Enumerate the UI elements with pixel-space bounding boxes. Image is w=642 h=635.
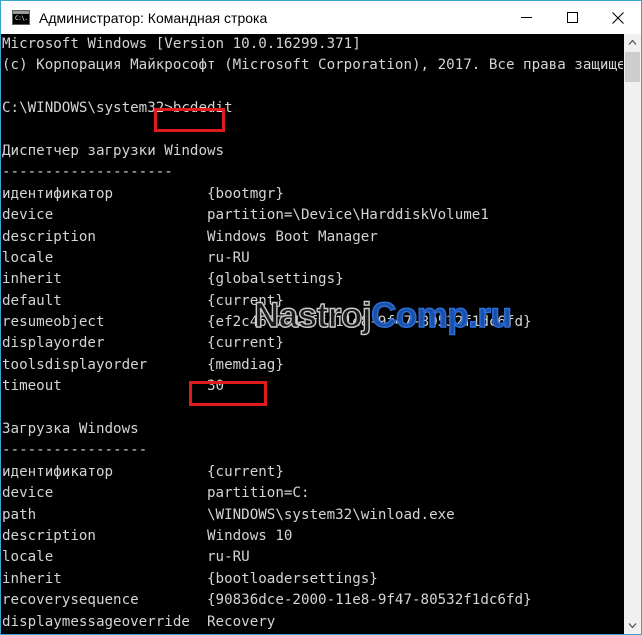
console-line: displayorder {current} <box>2 335 284 352</box>
console-line: идентификатор {current} <box>2 463 284 480</box>
console-line: default {current} <box>2 292 284 309</box>
vertical-scrollbar[interactable] <box>623 34 641 634</box>
console-line: locale ru-RU <box>2 249 250 266</box>
console-line: locale ru-RU <box>2 549 250 566</box>
console-line: displaymessageoverride Recovery <box>2 613 276 630</box>
console-line: recoveryenabled Yes <box>2 633 602 634</box>
console-line: path \WINDOWS\system32\winload.exe <box>2 506 455 523</box>
maximize-icon <box>566 12 578 23</box>
close-button[interactable] <box>595 1 641 34</box>
scrollbar-thumb[interactable] <box>625 52 640 82</box>
console-icon: C:\. <box>12 10 30 25</box>
scroll-up-button[interactable] <box>624 34 641 51</box>
window-title: Администратор: Командная строка <box>39 9 268 26</box>
console-line: device partition=\Device\HarddiskVolume1 <box>2 207 489 224</box>
console-icon-prompt-text: C:\. <box>15 15 28 22</box>
console-line: ----------------- <box>2 442 148 459</box>
console-line: Загрузка Windows <box>2 421 139 438</box>
minimize-icon <box>520 17 532 18</box>
close-icon <box>612 11 624 24</box>
scrollbar-track[interactable] <box>624 51 641 617</box>
console-text: Microsoft Windows [Version 10.0.16299.37… <box>2 34 641 634</box>
console-line: description Windows Boot Manager <box>2 228 378 245</box>
minimize-button[interactable] <box>503 1 549 34</box>
console-line: description Windows 10 <box>2 527 293 544</box>
command-prompt-window: C:\. Администратор: Командная строка Mic… <box>0 0 642 635</box>
console-line: toolsdisplayorder {memdiag} <box>2 356 284 373</box>
chevron-up-icon <box>628 39 637 45</box>
console-line: inherit {globalsettings} <box>2 271 344 288</box>
console-line: Диспетчер загрузки Windows <box>2 142 225 159</box>
console-line: timeout 30 <box>2 378 225 395</box>
maximize-button[interactable] <box>549 1 595 34</box>
window-controls <box>503 1 641 34</box>
console-line: device partition=C: <box>2 485 310 502</box>
console-line: (c) Корпорация Майкрософт (Microsoft Cor… <box>2 57 641 74</box>
scroll-down-button[interactable] <box>624 617 641 634</box>
console-line: идентификатор {bootmgr} <box>2 185 284 202</box>
console-line: resumeobject {ef2c4677-1fff-11e8-9f47-80… <box>2 314 532 331</box>
console-output-area[interactable]: Microsoft Windows [Version 10.0.16299.37… <box>1 34 641 634</box>
chevron-down-icon <box>628 623 637 629</box>
console-line: inherit {bootloadersettings} <box>2 570 378 587</box>
title-bar[interactable]: C:\. Администратор: Командная строка <box>1 1 641 34</box>
console-line: Microsoft Windows [Version 10.0.16299.37… <box>2 36 361 52</box>
console-line: recoverysequence {90836dce-2000-11e8-9f4… <box>2 592 532 609</box>
console-line: -------------------- <box>2 164 173 181</box>
console-line: C:\WINDOWS\system32>bcdedit <box>2 100 233 117</box>
